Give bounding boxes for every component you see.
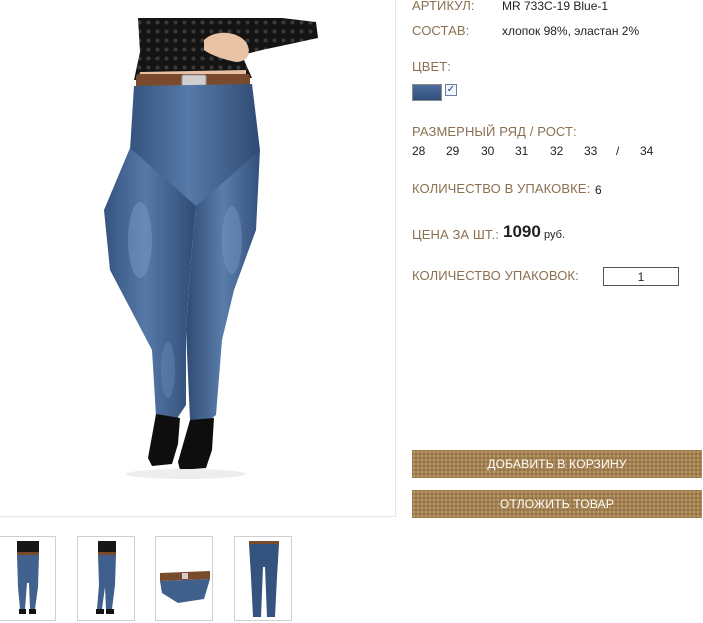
packs-count-label: КОЛИЧЕСТВО УПАКОВОК: <box>412 268 579 283</box>
thumbnail-waist-image <box>160 571 210 603</box>
jeans-model-illustration <box>104 18 318 479</box>
size-separator: / <box>616 144 620 158</box>
thumbnail-waist-detail[interactable] <box>155 536 213 621</box>
thumbnail-side-image <box>96 541 116 614</box>
size-item: 34 <box>640 144 654 158</box>
price-value: 1090 <box>503 222 541 241</box>
color-label: ЦВЕТ: <box>412 59 452 74</box>
sizes-label: РАЗМЕРНЫЙ РЯД / РОСТ: <box>412 124 577 139</box>
pack-quantity-label: КОЛИЧЕСТВО В УПАКОВКЕ: <box>412 181 591 196</box>
pack-quantity-value: 6 <box>595 183 602 197</box>
add-to-cart-button[interactable]: ДОБАВИТЬ В КОРЗИНУ <box>412 450 702 478</box>
product-main-image[interactable] <box>0 0 396 517</box>
article-value: MR 733C-19 Blue-1 <box>502 0 609 13</box>
size-item: 31 <box>515 144 529 158</box>
thumbnail-flat-image <box>249 541 279 617</box>
size-item: 32 <box>550 144 564 158</box>
price-label: ЦЕНА ЗА ШТ.: <box>412 227 499 242</box>
postpone-item-button[interactable]: ОТЛОЖИТЬ ТОВАР <box>412 490 702 518</box>
size-item: 33 <box>584 144 598 158</box>
price-unit: руб. <box>544 229 565 241</box>
thumbnail-flat-lay[interactable] <box>234 536 292 621</box>
size-item: 29 <box>446 144 460 158</box>
color-swatch-blue[interactable] <box>412 84 442 101</box>
thumbnail-front-image <box>17 541 39 614</box>
color-selected-checkbox[interactable]: ✓ <box>445 84 457 96</box>
composition-value: хлопок 98%, эластан 2% <box>502 24 640 38</box>
size-item: 30 <box>481 144 495 158</box>
size-item: 28 <box>412 144 426 158</box>
thumbnail-side-view[interactable] <box>77 536 135 621</box>
packs-count-input[interactable] <box>603 267 679 286</box>
thumbnail-front-view[interactable] <box>0 536 56 621</box>
composition-label: СОСТАВ: <box>412 23 470 38</box>
article-label: АРТИКУЛ: <box>412 0 475 13</box>
